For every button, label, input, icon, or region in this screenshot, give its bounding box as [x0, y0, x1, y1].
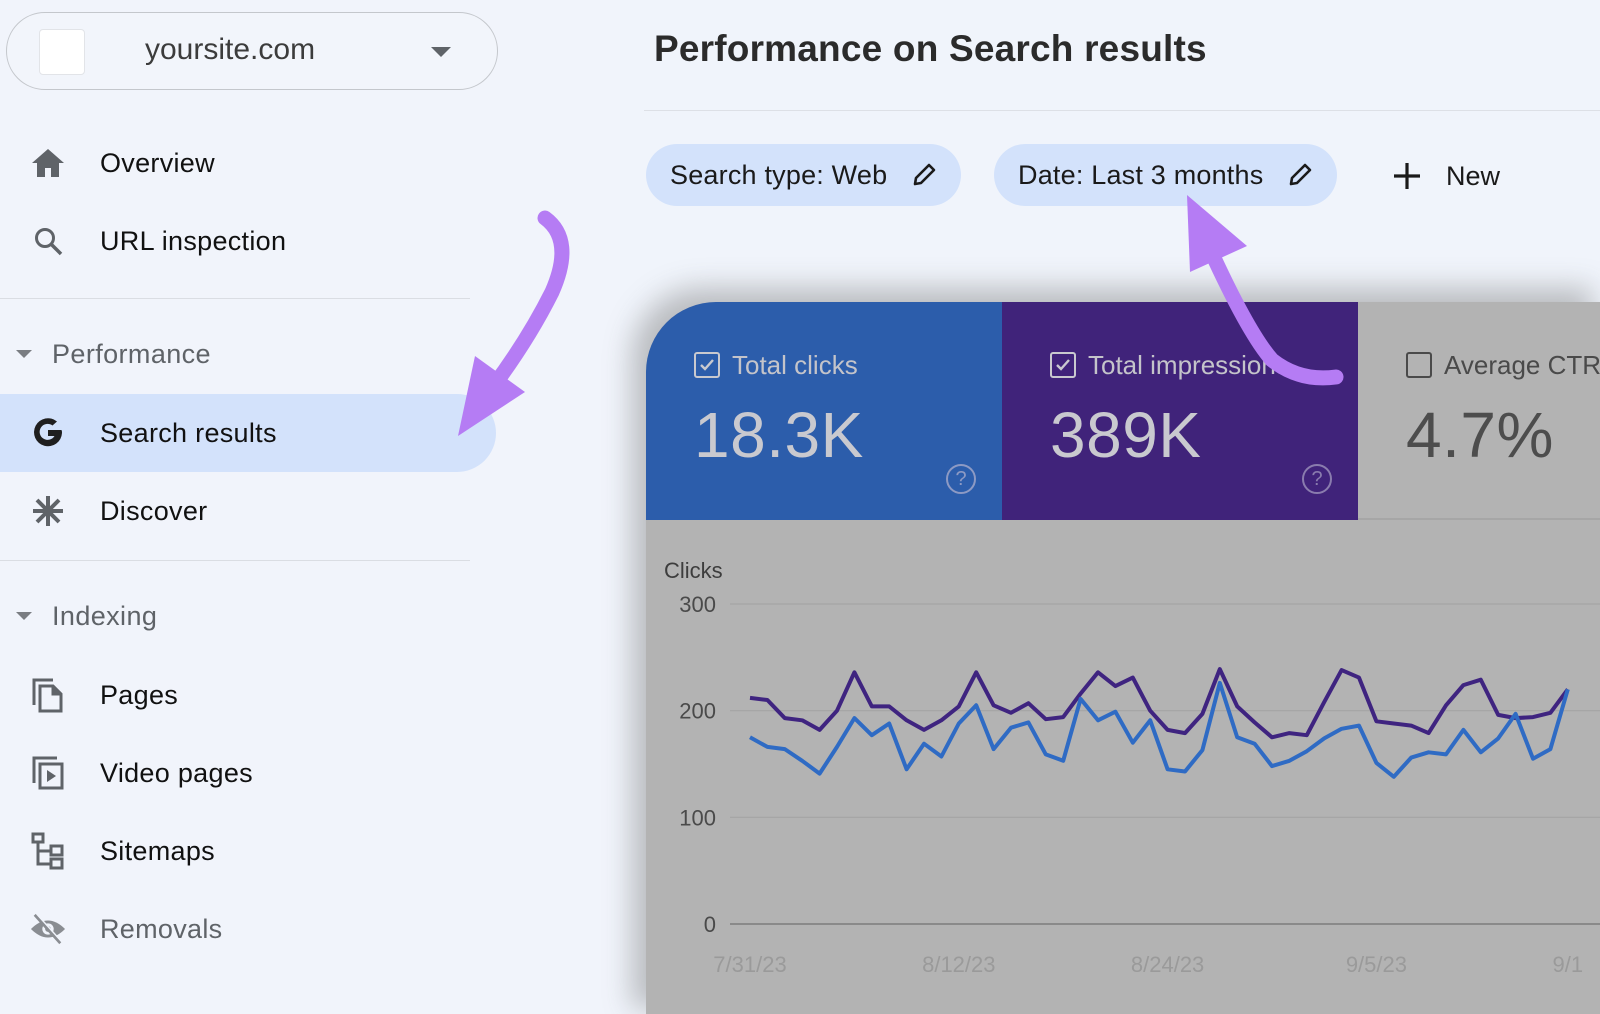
metric-label: Average CTR: [1444, 350, 1600, 380]
y-tick-label: 100: [679, 805, 716, 830]
metric-value: 4.7%: [1406, 399, 1554, 471]
series-line-clicks: [749, 680, 1570, 779]
home-icon: [30, 145, 66, 181]
new-filter-button[interactable]: New: [1392, 150, 1500, 202]
sidebar-item-discover[interactable]: Discover: [0, 472, 496, 550]
google-g-icon: [30, 415, 66, 451]
sidebar-item-label: Discover: [100, 495, 208, 526]
sidebar-item-label: Video pages: [100, 757, 253, 788]
performance-report: Total clicks 18.3K ? Total impressions 3…: [646, 302, 1600, 1014]
metric-card-total-clicks[interactable]: Total clicks 18.3K ?: [646, 302, 1002, 520]
sidebar-item-sitemaps[interactable]: Sitemaps: [0, 812, 496, 890]
help-icon[interactable]: ?: [946, 464, 976, 494]
x-tick-label: 8/12/23: [922, 952, 995, 977]
sidebar-item-label: Removals: [100, 913, 223, 944]
sidebar-item-url-inspection[interactable]: URL inspection: [0, 202, 496, 280]
new-filter-label: New: [1446, 160, 1501, 191]
video-pages-icon: [30, 755, 66, 791]
section-indexing[interactable]: Indexing: [0, 586, 470, 646]
section-performance[interactable]: Performance: [0, 324, 470, 384]
sidebar-item-label: Sitemaps: [100, 835, 215, 866]
y-tick-label: 300: [679, 592, 716, 617]
pencil-icon[interactable]: [911, 162, 937, 188]
sidebar-item-pages[interactable]: Pages: [0, 656, 496, 734]
sidebar-item-video-pages[interactable]: Video pages: [0, 734, 496, 812]
eye-off-icon: [30, 911, 66, 947]
chip-label: Date: Last 3 months: [1018, 159, 1264, 190]
y-tick-label: 200: [679, 699, 716, 724]
pages-icon: [30, 677, 66, 713]
sidebar-item-search-results[interactable]: Search results: [0, 394, 496, 472]
property-name: yoursite.com: [145, 33, 316, 66]
sidebar-item-label: URL inspection: [100, 225, 287, 256]
asterisk-icon: [30, 493, 66, 529]
chevron-down-icon: [431, 47, 451, 57]
y-axis-label: Clicks: [664, 558, 723, 583]
metric-value: 18.3K: [694, 399, 864, 471]
header-divider: [644, 110, 1600, 111]
sidebar: yoursite.com Overview URL inspection Per…: [0, 0, 620, 1014]
search-icon: [30, 223, 66, 259]
page-title: Performance on Search results: [654, 28, 1207, 69]
caret-down-icon: [16, 612, 32, 620]
x-tick-label: 8/24/23: [1131, 952, 1204, 977]
x-tick-label: 7/31/23: [713, 952, 786, 977]
section-label: Performance: [52, 338, 211, 369]
x-tick-label: 9/5/23: [1346, 952, 1407, 977]
section-label: Indexing: [52, 600, 158, 631]
chip-label: Search type: Web: [670, 159, 888, 190]
sidebar-item-label: Pages: [100, 679, 179, 710]
sidebar-divider: [0, 560, 470, 561]
property-selector[interactable]: yoursite.com: [6, 12, 498, 90]
metric-label: Total impressions: [1088, 350, 1289, 380]
plus-icon: [1392, 161, 1422, 191]
y-tick-label: 0: [704, 912, 716, 937]
sidebar-item-label: Overview: [100, 147, 215, 178]
sidebar-item-overview[interactable]: Overview: [0, 124, 496, 202]
sidebar-divider: [0, 298, 470, 299]
filter-chip-search-type[interactable]: Search type: Web: [646, 144, 962, 206]
checkbox-checked-icon[interactable]: [694, 352, 720, 378]
help-icon[interactable]: ?: [1302, 464, 1332, 494]
sidebar-item-removals[interactable]: Removals: [0, 890, 496, 968]
filter-chip-date[interactable]: Date: Last 3 months: [994, 144, 1338, 206]
metric-card-average-ctr[interactable]: Average CTR 4.7%: [1358, 302, 1600, 520]
checkbox-checked-icon[interactable]: [1050, 352, 1076, 378]
checkbox-unchecked-icon[interactable]: [1406, 352, 1432, 378]
sidebar-item-label: Search results: [100, 417, 277, 448]
series-line-impressions: [749, 667, 1570, 740]
sitemap-icon: [30, 832, 66, 870]
metric-label: Total clicks: [732, 350, 858, 380]
metric-card-total-impressions[interactable]: Total impressions 389K ?: [1002, 302, 1358, 520]
x-tick-label: 9/1: [1553, 952, 1584, 977]
caret-down-icon: [16, 350, 32, 358]
performance-chart: Clicks 0 100 200 300 7/31/23 8/12/23 8/24/23 9/5…: [646, 522, 1600, 1014]
metric-value: 389K: [1050, 399, 1202, 471]
site-favicon: [39, 29, 85, 75]
pencil-icon[interactable]: [1287, 162, 1313, 188]
chart-svg: Clicks 0 100 200 300 7/31/23 8/12/23 8/24/23 9/5…: [664, 558, 1600, 977]
